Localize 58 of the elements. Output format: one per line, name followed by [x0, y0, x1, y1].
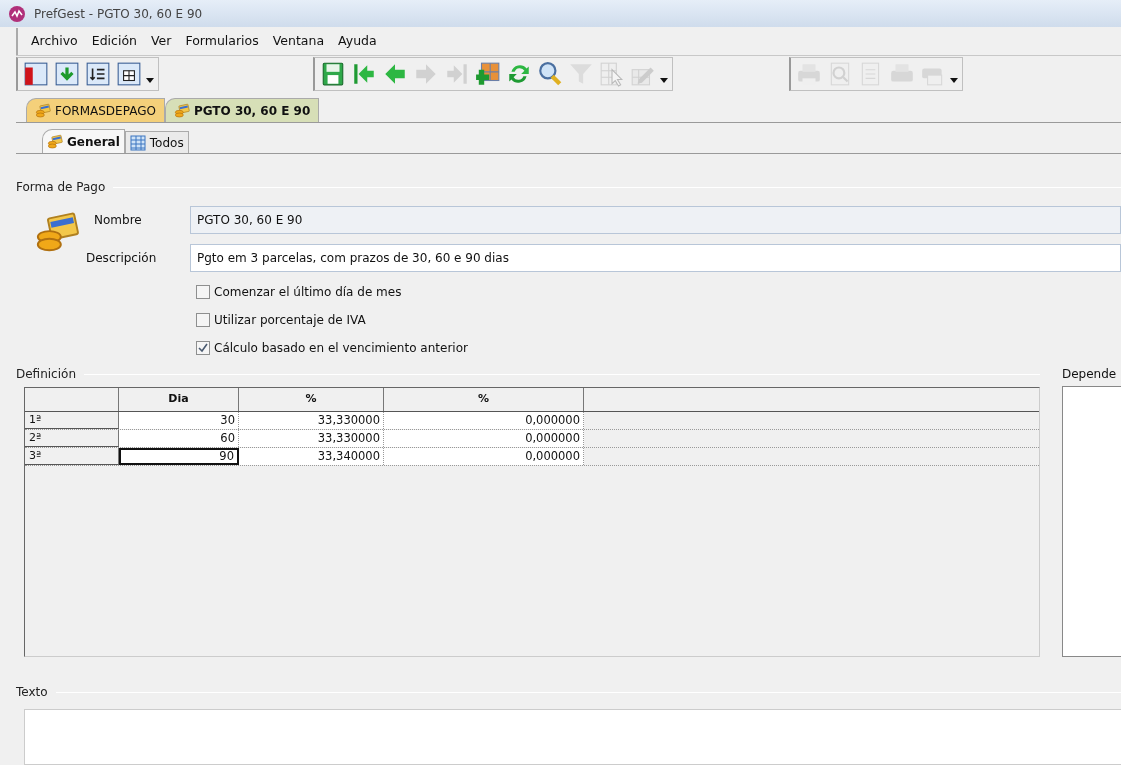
- text-field[interactable]: PGTO 30, 60 E 90: [190, 206, 1121, 234]
- dropdown-arrow-icon[interactable]: [660, 77, 668, 84]
- checkbox-label: Comenzar el último día de mes: [214, 284, 402, 301]
- column-header: %: [384, 388, 584, 411]
- checkbox[interactable]: [196, 285, 210, 299]
- coins-card-icon: [173, 102, 190, 119]
- save-icon: [320, 60, 346, 87]
- table-cell[interactable]: 90: [119, 448, 239, 465]
- section-title: Texto: [16, 684, 48, 701]
- dependencies-list[interactable]: [1062, 386, 1121, 657]
- add-grid-icon: [475, 60, 501, 87]
- table-cell[interactable]: 0,000000: [384, 412, 584, 429]
- grid-cursor-icon: [599, 60, 625, 87]
- section-title: Definición: [16, 366, 76, 383]
- column-header: %: [239, 388, 384, 411]
- menu-item[interactable]: Archivo: [28, 32, 81, 51]
- app-logo-icon: [8, 4, 26, 23]
- field-label: Descripción: [86, 250, 158, 267]
- menu-item[interactable]: Ventana: [269, 32, 328, 51]
- section-title: Depende: [1062, 366, 1118, 383]
- column-header: Dia: [119, 388, 239, 411]
- search-icon: [537, 60, 563, 87]
- table-cell[interactable]: 0,000000: [384, 448, 584, 465]
- search-button[interactable]: [536, 59, 564, 88]
- table-cell[interactable]: 30: [119, 412, 239, 429]
- row-header: 2ª: [25, 430, 119, 447]
- table-cell[interactable]: 33,330000: [239, 430, 384, 447]
- menu-item[interactable]: Ver: [147, 32, 175, 51]
- tab[interactable]: Todos: [124, 131, 189, 153]
- window-title: PrefGest - PGTO 30, 60 E 90: [34, 5, 203, 23]
- grid-window-icon: [116, 60, 142, 87]
- sort-list-icon: [85, 60, 111, 87]
- table-icon: [129, 134, 146, 151]
- checkbox-label: Utilizar porcentaje de IVA: [214, 312, 366, 329]
- menu-item[interactable]: Formularios: [182, 32, 262, 51]
- section-title: Forma de Pago: [16, 179, 106, 196]
- coins-card-icon: [35, 102, 51, 119]
- menu-item[interactable]: Ayuda: [335, 32, 380, 51]
- dropdown-arrow-icon[interactable]: [950, 77, 958, 84]
- tab[interactable]: General: [42, 129, 125, 153]
- row-header: 3ª: [25, 448, 119, 465]
- table-cell[interactable]: 33,330000: [239, 412, 384, 429]
- menu-item[interactable]: Edición: [88, 32, 140, 51]
- checkbox[interactable]: [196, 313, 210, 327]
- download-icon: [54, 60, 80, 87]
- field-label: Nombre: [93, 212, 143, 229]
- row-header: 1ª: [25, 412, 119, 429]
- checkbox-label: Cálculo basado en el vencimiento anterior: [214, 340, 468, 357]
- window-icon: [23, 60, 49, 87]
- dropdown-arrow-icon[interactable]: [146, 77, 154, 84]
- checkbox[interactable]: [196, 341, 210, 355]
- table-cell[interactable]: 60: [119, 430, 239, 447]
- table-cell[interactable]: 0,000000: [384, 430, 584, 447]
- table-cell[interactable]: 33,340000: [239, 448, 384, 465]
- text-field[interactable]: Pgto em 3 parcelas, com prazos de 30, 60 e 90 dias: [190, 244, 1121, 272]
- document-tab[interactable]: FORMASDEPAGO: [26, 98, 165, 122]
- coins-card-icon: [47, 133, 63, 150]
- document-tab[interactable]: PGTO 30, 60 E 90: [164, 98, 320, 122]
